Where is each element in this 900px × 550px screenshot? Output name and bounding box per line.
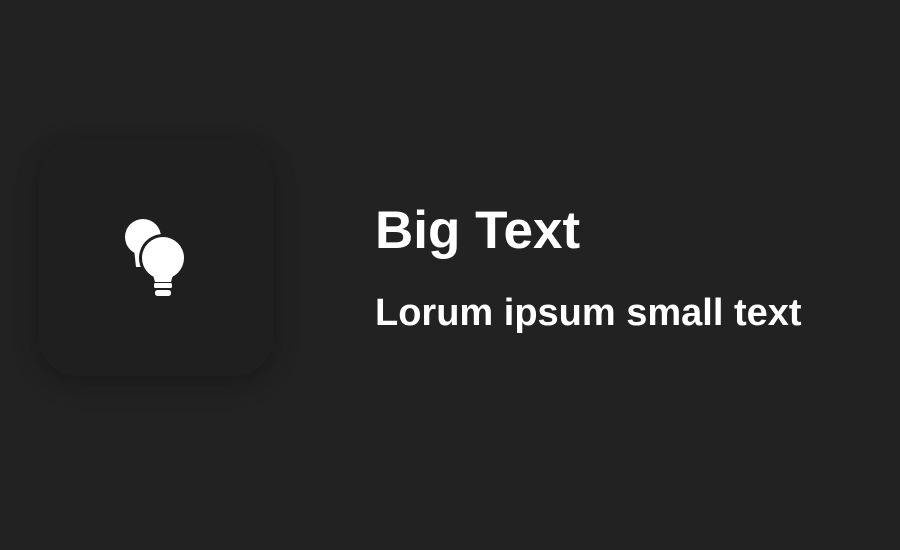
title: Big Text bbox=[375, 201, 581, 260]
text-block: Big Text Lorum ipsum small text bbox=[375, 200, 895, 336]
lightbulbs-icon bbox=[121, 216, 187, 300]
subtitle: Lorum ipsum small text bbox=[375, 292, 802, 334]
card: Big Text Lorum ipsum small text bbox=[0, 0, 900, 550]
